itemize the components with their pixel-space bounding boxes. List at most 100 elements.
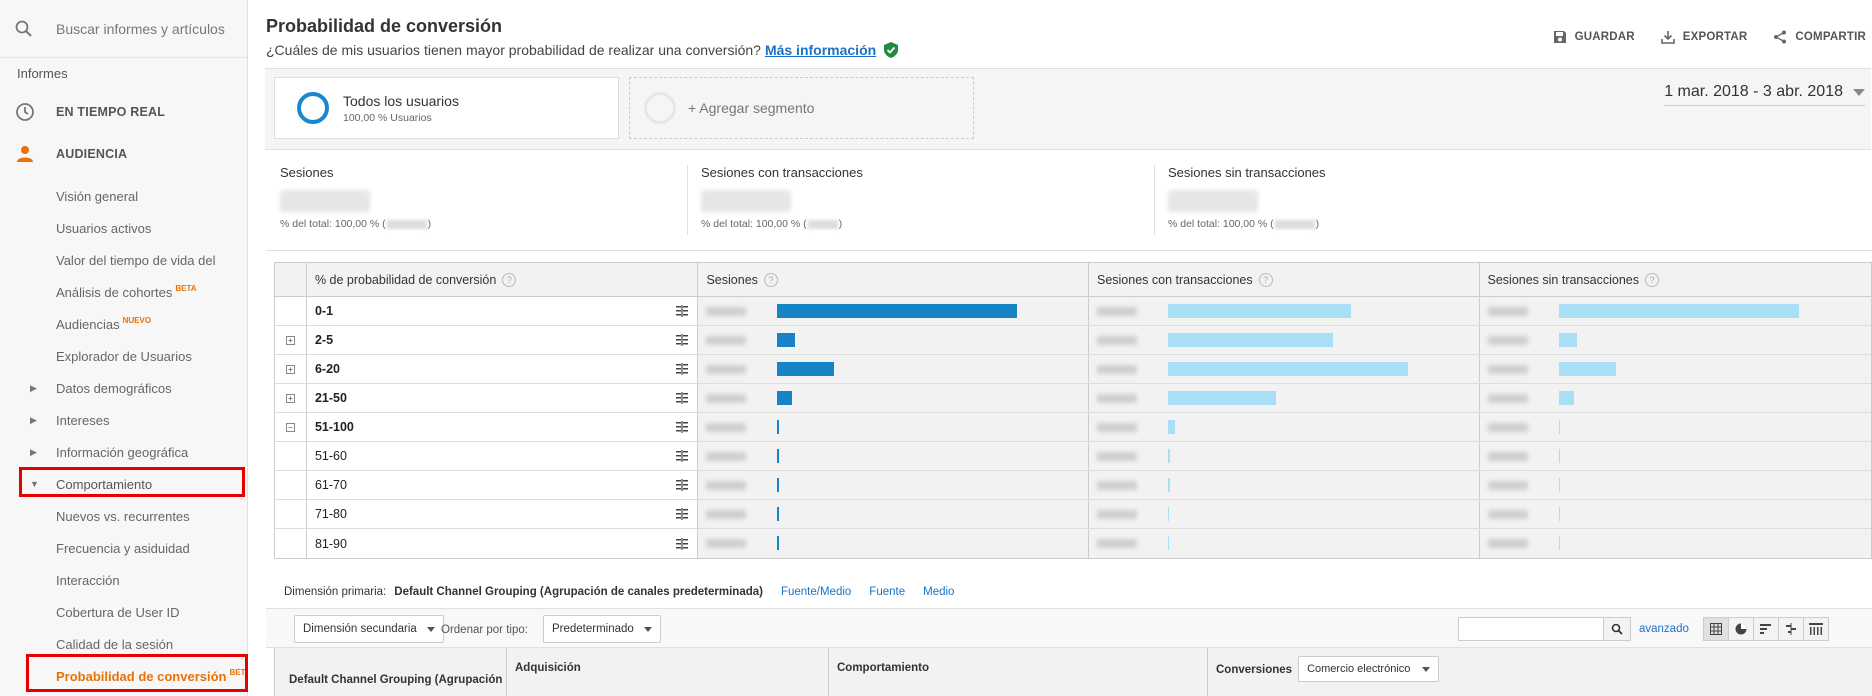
row-plot-icon[interactable]: [675, 450, 689, 462]
col-header-label: % de probabilidad de conversión: [314, 272, 497, 287]
sidebar-item-label: Explorador de Usuarios: [56, 348, 192, 364]
sidebar-item[interactable]: Valor del tiempo de vida del: [0, 244, 247, 276]
collapse-icon[interactable]: −: [285, 422, 295, 432]
row-plot-icon[interactable]: [675, 508, 689, 520]
col-header-channel[interactable]: Default Channel Grouping (Agrupación de …: [275, 648, 507, 696]
row-expander-cell[interactable]: +: [275, 355, 307, 383]
cell-sessions: [698, 529, 1089, 558]
col-header-sessions-with-tx[interactable]: Sesiones con transacciones?: [1089, 263, 1480, 296]
row-plot-icon[interactable]: [675, 305, 689, 317]
metric-sessions: Sesiones % del total: 100,00 % (): [280, 165, 431, 237]
row-plot-icon[interactable]: [675, 392, 689, 404]
cell-sessions-without-tx: [1479, 442, 1871, 470]
share-button[interactable]: COMPARTIR: [1773, 30, 1866, 44]
cell-sessions: [698, 471, 1089, 499]
nav-realtime[interactable]: EN TIEMPO REAL: [0, 88, 247, 136]
header-spacer: [275, 263, 307, 296]
col-header-sessions[interactable]: Sesiones?: [698, 263, 1089, 296]
dimension-link-source-medium[interactable]: Fuente/Medio: [781, 586, 851, 598]
dimension-link-source[interactable]: Fuente: [869, 586, 905, 598]
row-plot-icon[interactable]: [675, 421, 689, 433]
cell-sessions-with-tx: [1088, 529, 1480, 558]
row-plot-icon[interactable]: [675, 537, 689, 550]
sidebar-item[interactable]: Interacción: [0, 564, 247, 596]
blurred-value: [807, 219, 838, 229]
comparison-view-button[interactable]: [1778, 617, 1804, 641]
expand-icon[interactable]: +: [285, 335, 295, 345]
sidebar-item[interactable]: Audiencias NUEVO: [0, 308, 247, 340]
sidebar-item[interactable]: Cobertura de User ID: [0, 596, 247, 628]
caret-right-icon: ▶: [30, 414, 37, 425]
bar-sessions: [777, 478, 779, 492]
save-button[interactable]: GUARDAR: [1553, 30, 1635, 44]
row-label-cell: 61-70: [307, 471, 699, 499]
more-info-link[interactable]: Más información: [765, 42, 876, 58]
row-label-cell: 51-100: [307, 413, 699, 441]
help-icon[interactable]: ?: [502, 272, 517, 287]
col-header-sessions-without-tx[interactable]: Sesiones sin transacciones?: [1480, 263, 1872, 296]
pie-view-button[interactable]: [1728, 617, 1754, 641]
metrics-summary: Sesiones % del total: 100,00 % () Sesion…: [266, 151, 1872, 251]
blurred-value: [1487, 335, 1528, 345]
sidebar-item[interactable]: Usuarios activos: [0, 212, 247, 244]
grid-icon: [1710, 623, 1722, 635]
expand-icon[interactable]: +: [285, 364, 295, 374]
nav-audience[interactable]: AUDIENCIA: [0, 130, 247, 178]
order-type-select[interactable]: Predeterminado: [543, 615, 661, 643]
help-icon[interactable]: ?: [763, 272, 778, 287]
secondary-dimension-select[interactable]: Dimensión secundaria: [294, 615, 444, 643]
performance-view-button[interactable]: [1753, 617, 1779, 641]
pivot-view-button[interactable]: [1803, 617, 1829, 641]
row-plot-icon[interactable]: [675, 479, 689, 491]
sidebar-item-label: Datos demográficos: [56, 380, 172, 396]
sidebar-item-label: Visión general: [56, 188, 139, 204]
metric-value-blurred: [1168, 190, 1258, 212]
col-header-probability[interactable]: % de probabilidad de conversión?: [307, 263, 699, 296]
sidebar-item[interactable]: ▶ Datos demográficos: [0, 372, 247, 404]
sidebar-item[interactable]: Visión general: [0, 180, 247, 212]
table-view-button[interactable]: [1703, 617, 1729, 641]
table-row: 81-90: [275, 529, 1871, 558]
segment-sub: 100,00 % Usuarios: [343, 111, 432, 124]
table-header: % de probabilidad de conversión? Sesione…: [275, 263, 1871, 297]
bar-sessions: [777, 507, 779, 521]
row-plot-icon[interactable]: [675, 334, 689, 346]
advanced-filter-link[interactable]: avanzado: [1639, 623, 1689, 635]
help-icon[interactable]: ?: [1644, 272, 1659, 287]
sidebar-item[interactable]: Frecuencia y asiduidad: [0, 532, 247, 564]
cell-sessions-without-tx: [1479, 355, 1871, 383]
sidebar-search[interactable]: Buscar informes y artículos: [0, 0, 247, 58]
table-search-button[interactable]: [1603, 617, 1631, 641]
add-segment-button[interactable]: + Agregar segmento: [629, 77, 974, 139]
row-expander-cell[interactable]: +: [275, 326, 307, 354]
table-row: +2-5: [275, 326, 1871, 355]
table-search-input[interactable]: [1458, 617, 1604, 641]
date-range-picker[interactable]: 1 mar. 2018 - 3 abr. 2018: [1664, 83, 1865, 106]
help-icon[interactable]: ?: [1258, 272, 1273, 287]
sidebar-item-label: Valor del tiempo de vida del: [56, 252, 216, 268]
chevron-down-icon: [426, 626, 435, 632]
highlight-box-comportamiento: [19, 467, 245, 497]
sidebar-item[interactable]: Análisis de cohortes BETA: [0, 276, 247, 308]
row-expander-cell[interactable]: −: [275, 413, 307, 441]
row-expander-cell[interactable]: +: [275, 384, 307, 412]
sidebar-item[interactable]: ▶ Intereses: [0, 404, 247, 436]
bar-sessions-with-tx: [1167, 449, 1171, 463]
dimension-link-medium[interactable]: Medio: [923, 586, 954, 598]
sidebar-item[interactable]: ▶ Información geográfica: [0, 436, 247, 468]
sidebar-item[interactable]: Explorador de Usuarios: [0, 340, 247, 372]
comparison-icon: [1786, 623, 1796, 635]
export-button[interactable]: EXPORTAR: [1660, 30, 1748, 44]
col-header-label: Sesiones sin transacciones: [1487, 272, 1639, 287]
cell-sessions-with-tx: [1088, 500, 1480, 528]
table-row: +21-50: [275, 384, 1871, 413]
conversion-type-select[interactable]: Comercio electrónico: [1298, 656, 1440, 682]
row-plot-icon[interactable]: [675, 363, 689, 375]
row-label: 2-5: [314, 333, 334, 347]
segment-all-users[interactable]: Todos los usuarios 100,00 % Usuarios: [274, 77, 619, 139]
bar-sessions: [777, 536, 779, 550]
sidebar-item[interactable]: Nuevos vs. recurrentes: [0, 500, 247, 532]
expand-icon[interactable]: +: [285, 393, 295, 403]
blurred-value: [706, 422, 747, 432]
cell-sessions: [698, 413, 1089, 441]
